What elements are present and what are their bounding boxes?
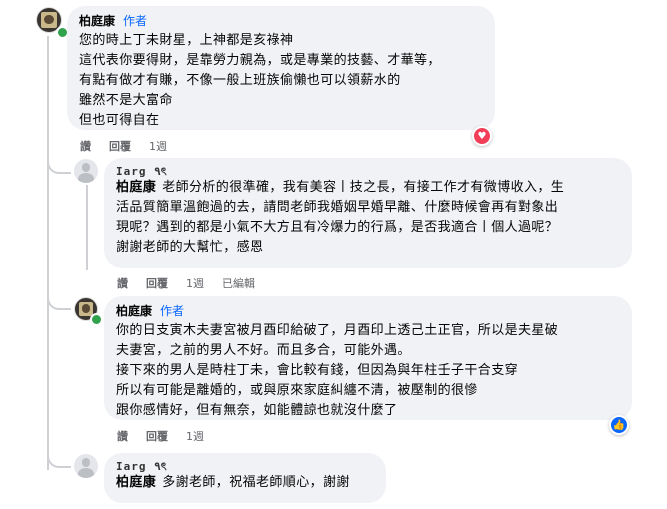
comment-line: 現呢？遇到的都是小氣不大方且有冷爆力的行爲，是否我適合丨個人過呢？ bbox=[116, 220, 559, 235]
comment-text: 你的日支寅木夫妻宮被月酉印給破了，月酉印上透己土正官，所以是夫星破 夫妻宮，之前… bbox=[116, 321, 620, 421]
comment-line: 活品質簡單溫飽過的去，請問老師我婚姻早婚早離、什麼時候會再有對象出 bbox=[116, 200, 559, 215]
comment-line: 這代表你要得財，是靠勞力親為，或是專業的技藝、才華等， bbox=[79, 53, 441, 68]
comment-actions: 讚 回覆 1週 bbox=[80, 138, 185, 154]
comment-line: 謝謝老師的大幫忙，感恩 bbox=[116, 240, 264, 255]
thread-curve-reply-2 bbox=[47, 278, 71, 310]
online-status-dot bbox=[90, 313, 103, 326]
comment-text: 柏庭康 多謝老師，祝福老師順心，謝謝 bbox=[116, 473, 374, 493]
comment-bubble: 柏庭康 作者 你的日支寅木夫妻宮被月酉印給破了，月酉印上透己土正官，所以是夫星破 … bbox=[104, 296, 632, 420]
mention-link[interactable]: 柏庭康 bbox=[116, 180, 156, 195]
comment-timestamp[interactable]: 1週 bbox=[186, 428, 204, 444]
thread-line-nested bbox=[86, 185, 88, 270]
comment-author-name[interactable]: Ιarg ٩ৎ bbox=[116, 165, 168, 178]
comment-line: 柏庭康 老師分析的很準確，我有美容丨技之長，有接工作才有微博收入，生 bbox=[116, 180, 565, 195]
comment-actions: 讚 回覆 1週 已編輯 bbox=[117, 275, 273, 291]
comment-line: 但也可得自在 bbox=[79, 113, 160, 128]
thread-curve-reply-1 bbox=[47, 150, 71, 174]
comment-author-name[interactable]: 柏庭康 bbox=[116, 304, 152, 318]
like-reaction[interactable]: 👍 bbox=[609, 415, 629, 435]
user-avatar[interactable] bbox=[74, 159, 98, 183]
like-button[interactable]: 讚 bbox=[117, 275, 128, 291]
comment-line: 柏庭康 多謝老師，祝福老師順心，謝謝 bbox=[116, 475, 350, 490]
comment-bubble: Ιarg ٩ৎ 柏庭康 多謝老師，祝福老師順心，謝謝 bbox=[104, 453, 386, 503]
mention-link[interactable]: 柏庭康 bbox=[116, 475, 156, 490]
comment-line: 你的日支寅木夫妻宮被月酉印給破了，月酉印上透己土正官，所以是夫星破 bbox=[116, 323, 559, 338]
comment-author-row: 柏庭康 作者 bbox=[79, 13, 483, 31]
comment-author-row: Ιarg ٩ৎ bbox=[116, 164, 620, 178]
user-avatar[interactable] bbox=[74, 454, 98, 478]
comment-bubble: Ιarg ٩ৎ 柏庭康 老師分析的很準確，我有美容丨技之長，有接工作才有微博收入，… bbox=[104, 158, 632, 268]
comment-line: 您的時上丁未財星，上神都是亥祿神 bbox=[79, 33, 294, 48]
comment-bubble: 柏庭康 作者 您的時上丁未財星，上神都是亥祿神 這代表你要得財，是靠勞力親為，或是… bbox=[67, 6, 495, 130]
comment-author-row: 柏庭康 作者 bbox=[116, 303, 620, 321]
comment-line: 雖然不是大富命 bbox=[79, 93, 173, 108]
comment-text: 您的時上丁未財星，上神都是亥祿神 這代表你要得財，是靠勞力親為，或是專業的技藝、… bbox=[79, 31, 483, 131]
comment-author-name[interactable]: Ιarg ٩ৎ bbox=[116, 460, 168, 473]
author-badge: 作者 bbox=[123, 14, 148, 28]
comment-line: 跟你感情好，但有無奈，如能體諒也就沒什麼了 bbox=[116, 403, 398, 418]
comment-text: 柏庭康 老師分析的很準確，我有美容丨技之長，有接工作才有微博收入，生 活品質簡單溫… bbox=[116, 178, 620, 258]
thread-curve-reply-3 bbox=[47, 440, 71, 468]
comment-timestamp[interactable]: 1週 bbox=[186, 275, 204, 291]
author-badge: 作者 bbox=[160, 304, 185, 318]
comment-line: 接下來的男人是時柱丁未，會比較有錢，但因為與年柱壬子干合支穿 bbox=[116, 363, 519, 378]
edited-label: 已編輯 bbox=[222, 277, 255, 290]
comment-actions: 讚 回覆 1週 bbox=[117, 428, 222, 444]
thread-line-main bbox=[47, 36, 49, 470]
comment-timestamp[interactable]: 1週 bbox=[149, 138, 167, 154]
heart-reaction[interactable]: ♥ bbox=[472, 126, 492, 146]
thumbs-up-icon: 👍 bbox=[611, 417, 627, 433]
comment-line: 有點有做才有賺，不像一般上班族偷懶也可以領薪水的 bbox=[79, 73, 401, 88]
reply-button[interactable]: 回覆 bbox=[146, 428, 168, 444]
reply-button[interactable]: 回覆 bbox=[109, 138, 131, 154]
like-button[interactable]: 讚 bbox=[117, 428, 128, 444]
heart-icon: ♥ bbox=[474, 128, 490, 144]
like-button[interactable]: 讚 bbox=[80, 138, 91, 154]
reply-button[interactable]: 回覆 bbox=[146, 275, 168, 291]
comment-line: 所以有可能是離婚的，或與原來家庭糾纏不清，被壓制的很慘 bbox=[116, 383, 478, 398]
comment-line: 夫妻宮，之前的男人不好。而且多合，可能外遇。 bbox=[116, 343, 411, 358]
comment-author-name[interactable]: 柏庭康 bbox=[79, 14, 115, 28]
comment-author-row: Ιarg ٩ৎ bbox=[116, 459, 374, 473]
